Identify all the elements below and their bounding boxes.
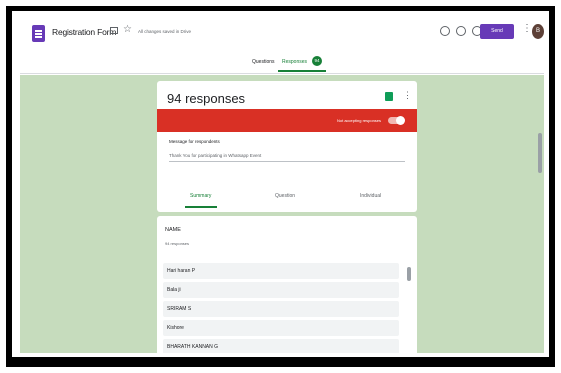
message-label: Message for respondents — [169, 139, 220, 144]
active-tab-indicator — [278, 70, 326, 72]
send-button[interactable]: Send — [480, 24, 514, 39]
more-vert-icon[interactable]: ⋮ — [522, 23, 532, 34]
preview-icon[interactable] — [456, 26, 466, 36]
list-item: Hari haran P — [163, 263, 399, 279]
message-input[interactable]: Thank You for participating in Whatsapp … — [169, 153, 261, 158]
folder-icon[interactable] — [110, 27, 118, 34]
summary-card: 94 responses ⋮ Not accepting responses M… — [157, 81, 417, 212]
list-item: Kishore — [163, 320, 399, 336]
sheets-icon[interactable] — [385, 92, 393, 101]
question-response-count: 94 responses — [165, 241, 190, 246]
responses-area: 94 responses ⋮ Not accepting responses M… — [20, 75, 544, 353]
forms-logo-icon[interactable] — [32, 25, 45, 42]
question-card: NAME 94 responses Hari haran P Bala ji S… — [157, 216, 417, 353]
answers-scrollbar[interactable] — [407, 267, 411, 281]
save-status: All changes saved in Drive — [138, 29, 192, 34]
form-tabs: Questions Responses 94 — [20, 54, 544, 74]
top-bar: Registration Form ☆ All changes saved in… — [20, 16, 544, 54]
palette-icon[interactable] — [440, 26, 450, 36]
page-scrollbar[interactable] — [538, 133, 542, 173]
star-icon[interactable]: ☆ — [123, 24, 132, 35]
subtab-individual[interactable]: Individual — [360, 193, 381, 199]
tab-questions[interactable]: Questions — [252, 59, 275, 65]
tab-responses[interactable]: Responses — [282, 59, 307, 65]
question-title: NAME — [165, 227, 181, 233]
subtab-summary[interactable]: Summary — [190, 193, 211, 199]
more-vert-icon[interactable]: ⋮ — [403, 90, 412, 101]
list-item: Bala ji — [163, 282, 399, 298]
list-item: BHARATH KANNAN G — [163, 339, 399, 353]
form-title[interactable]: Registration Form — [52, 27, 116, 37]
accepting-toggle[interactable] — [388, 116, 405, 125]
responses-title: 94 responses — [167, 91, 246, 106]
avatar[interactable]: B — [532, 24, 544, 39]
message-underline — [169, 161, 405, 162]
forms-window: Registration Form ☆ All changes saved in… — [20, 16, 544, 353]
accepting-banner: Not accepting responses — [157, 109, 417, 132]
subtab-question[interactable]: Question — [275, 193, 295, 199]
accepting-label: Not accepting responses — [337, 118, 382, 123]
active-subtab-indicator — [185, 206, 217, 208]
list-item: SRIRAM S — [163, 301, 399, 317]
response-count-badge: 94 — [312, 56, 322, 66]
